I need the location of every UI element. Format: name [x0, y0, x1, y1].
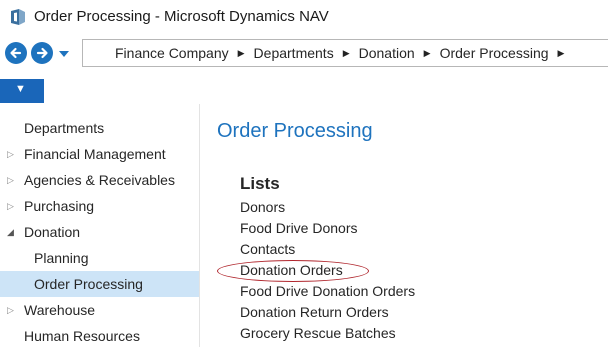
- address-bar[interactable]: Finance Company ▶ Departments ▶ Donation ▶ Ord…: [82, 39, 608, 67]
- breadcrumb: Finance Company ▶ Departments ▶ Donation ▶ Ord…: [115, 45, 573, 61]
- sidebar-item-label: Purchasing: [24, 198, 95, 214]
- expand-arrow-icon[interactable]: ▷: [7, 167, 14, 193]
- navigation-pane: Departments ▷ Financial Management ▷ Age…: [0, 104, 200, 347]
- breadcrumb-departments[interactable]: Departments: [254, 45, 334, 61]
- chevron-down-icon[interactable]: [58, 49, 70, 59]
- breadcrumb-finance-company[interactable]: Finance Company: [115, 45, 229, 61]
- sidebar-item-label: Departments: [24, 120, 105, 136]
- forward-arrow-icon: [36, 47, 48, 59]
- forward-button[interactable]: [31, 42, 53, 64]
- ribbon-toggle-button[interactable]: ▼: [0, 79, 44, 103]
- link-food-drive-donors[interactable]: Food Drive Donors: [240, 220, 358, 236]
- window-title: Order Processing - Microsoft Dynamics NA…: [34, 8, 329, 25]
- sidebar-item-human-resources[interactable]: Human Resources: [0, 323, 199, 349]
- sidebar-item-agencies-receivables[interactable]: ▷ Agencies & Receivables: [0, 167, 199, 193]
- sidebar-item-order-processing[interactable]: Order Processing: [0, 271, 199, 297]
- back-button[interactable]: [5, 42, 27, 64]
- breadcrumb-separator-icon[interactable]: ▶: [238, 48, 245, 59]
- expand-arrow-icon[interactable]: ▷: [7, 141, 14, 167]
- sidebar-item-purchasing[interactable]: ▷ Purchasing: [0, 193, 199, 219]
- content-area: Order Processing Lists Donors Food Drive…: [200, 104, 608, 347]
- link-food-drive-donation-orders[interactable]: Food Drive Donation Orders: [240, 283, 415, 299]
- breadcrumb-separator-icon[interactable]: ▶: [424, 48, 431, 59]
- expand-arrow-icon[interactable]: ▷: [7, 297, 14, 323]
- breadcrumb-order-processing[interactable]: Order Processing: [440, 45, 549, 61]
- sidebar-item-label: Warehouse: [24, 302, 96, 318]
- link-grocery-rescue-batches[interactable]: Grocery Rescue Batches: [240, 325, 396, 341]
- breadcrumb-donation[interactable]: Donation: [359, 45, 415, 61]
- sidebar-item-donation[interactable]: ◢ Donation: [0, 219, 199, 245]
- ribbon-strip: ▼: [0, 74, 608, 104]
- collapse-arrow-icon[interactable]: ◢: [7, 219, 14, 245]
- sidebar-item-label: Planning: [34, 250, 89, 266]
- breadcrumb-separator-icon[interactable]: ▶: [558, 48, 565, 59]
- sidebar-item-departments[interactable]: Departments: [0, 115, 199, 141]
- back-arrow-icon: [10, 47, 22, 59]
- sidebar-item-label: Human Resources: [24, 328, 140, 344]
- sidebar-item-label: Agencies & Receivables: [24, 172, 175, 188]
- sidebar-item-label: Order Processing: [34, 276, 143, 292]
- expand-arrow-icon[interactable]: ▷: [7, 193, 14, 219]
- highlight-ellipse: [217, 260, 369, 282]
- sidebar-item-label: Donation: [24, 224, 81, 240]
- dynamics-nav-icon: [11, 9, 25, 25]
- link-donors[interactable]: Donors: [240, 199, 285, 215]
- link-donation-return-orders[interactable]: Donation Return Orders: [240, 304, 389, 320]
- link-contacts[interactable]: Contacts: [240, 241, 295, 257]
- sidebar-item-label: Financial Management: [24, 146, 166, 162]
- navigation-bar: Finance Company ▶ Departments ▶ Donation ▶ Ord…: [0, 34, 608, 74]
- sidebar-item-warehouse[interactable]: ▷ Warehouse: [0, 297, 199, 323]
- breadcrumb-separator-icon[interactable]: ▶: [343, 48, 350, 59]
- section-heading-lists: Lists: [240, 174, 280, 193]
- sidebar-item-planning[interactable]: Planning: [0, 245, 199, 271]
- sidebar-item-financial-management[interactable]: ▷ Financial Management: [0, 141, 199, 167]
- page-title: Order Processing: [217, 120, 373, 142]
- caret-down-icon: ▼: [15, 83, 26, 95]
- title-bar: Order Processing - Microsoft Dynamics NA…: [0, 0, 608, 34]
